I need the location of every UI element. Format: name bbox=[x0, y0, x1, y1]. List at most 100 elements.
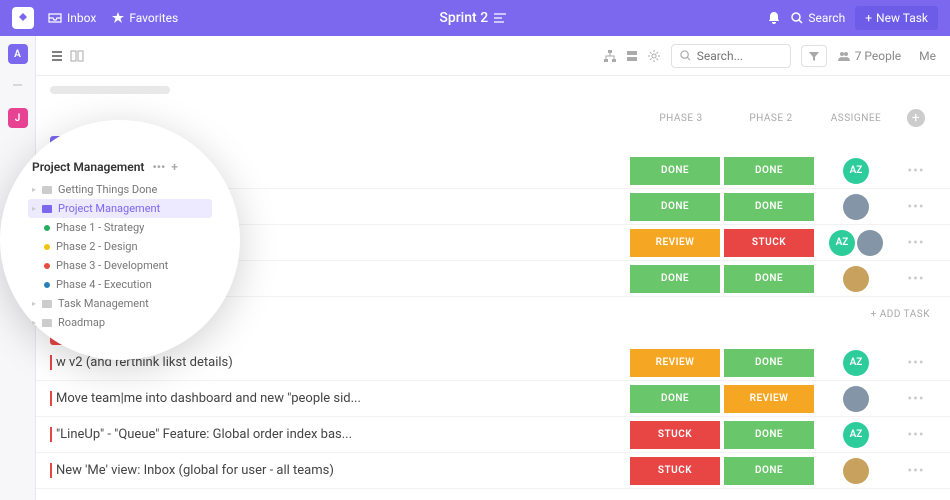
add-folder-button[interactable]: + bbox=[171, 160, 178, 174]
assignee-cell[interactable]: AZ bbox=[816, 422, 896, 448]
status-cell-phase2[interactable]: REVIEW bbox=[724, 385, 814, 413]
task-row[interactable]: "LineUp" - "Queue" Feature: Global order… bbox=[36, 417, 950, 453]
task-actions[interactable]: ••• bbox=[896, 235, 936, 251]
status-cell-phase2[interactable]: DONE bbox=[724, 421, 814, 449]
people-icon bbox=[837, 50, 851, 62]
assignee-cell[interactable] bbox=[816, 458, 896, 484]
status-cell-phase3[interactable]: STUCK bbox=[630, 457, 720, 485]
task-actions[interactable]: ••• bbox=[896, 391, 936, 407]
task-actions[interactable]: ••• bbox=[896, 427, 936, 443]
avatar[interactable] bbox=[843, 386, 869, 412]
status-cell-phase3[interactable]: REVIEW bbox=[630, 349, 720, 377]
sidebar-item[interactable]: Phase 4 - Execution bbox=[32, 275, 212, 294]
task-title[interactable]: Move team|me into dashboard and new "peo… bbox=[50, 391, 628, 406]
assignee-cell[interactable]: AZ bbox=[816, 350, 896, 376]
sidebar-item-label: Phase 1 - Strategy bbox=[56, 221, 144, 234]
avatar[interactable]: AZ bbox=[843, 350, 869, 376]
task-actions[interactable]: ••• bbox=[896, 271, 936, 287]
workspace-badge-j[interactable]: J bbox=[8, 108, 28, 128]
phase-dot-icon bbox=[44, 225, 50, 231]
search-link[interactable]: Search bbox=[791, 11, 845, 25]
col-phase3[interactable]: PHASE 3 bbox=[636, 113, 726, 124]
filter-icon bbox=[808, 50, 820, 62]
status-cell-phase2[interactable]: DONE bbox=[724, 193, 814, 221]
chevron-right-icon: ▸ bbox=[32, 318, 36, 327]
chevron-right-icon: ▸ bbox=[32, 204, 36, 213]
sidebar-item[interactable]: Phase 2 - Design bbox=[32, 237, 212, 256]
inbox-link[interactable]: Inbox bbox=[48, 11, 96, 25]
list-view-icon[interactable] bbox=[50, 49, 64, 63]
favorites-link[interactable]: Favorites bbox=[112, 11, 178, 25]
status-cell-phase3[interactable]: STUCK bbox=[630, 421, 720, 449]
task-actions[interactable]: ••• bbox=[896, 463, 936, 479]
sidebar-item[interactable]: ▸ Project Management bbox=[28, 199, 212, 218]
task-title[interactable]: New 'Me' view: Inbox (global for user - … bbox=[50, 463, 628, 478]
assignee-cell[interactable]: AZ bbox=[816, 158, 896, 184]
menu-icon bbox=[494, 13, 506, 23]
hierarchy-icon[interactable] bbox=[603, 49, 617, 63]
avatar[interactable]: AZ bbox=[829, 230, 855, 256]
status-cell-phase2[interactable]: STUCK bbox=[724, 229, 814, 257]
sidebar-item-label: Project Management bbox=[58, 202, 160, 215]
avatar[interactable]: AZ bbox=[843, 422, 869, 448]
filter-button[interactable] bbox=[801, 45, 827, 67]
inbox-icon bbox=[48, 13, 62, 23]
people-count[interactable]: 7 People bbox=[837, 49, 901, 63]
new-task-label: New Task bbox=[876, 11, 928, 25]
avatar[interactable] bbox=[843, 458, 869, 484]
group-icon[interactable] bbox=[625, 49, 639, 63]
avatar[interactable]: AZ bbox=[843, 158, 869, 184]
phase-dot-icon bbox=[44, 282, 50, 288]
toolbar: 7 People Me bbox=[36, 36, 950, 76]
phase-dot-icon bbox=[44, 244, 50, 250]
task-actions[interactable]: ••• bbox=[896, 163, 936, 179]
board-view-icon[interactable] bbox=[70, 49, 84, 63]
more-icon[interactable]: ••• bbox=[152, 160, 165, 174]
bell-icon[interactable] bbox=[767, 11, 781, 25]
status-cell-phase3[interactable]: REVIEW bbox=[630, 229, 720, 257]
new-task-button[interactable]: + New Task bbox=[855, 6, 938, 30]
assignee-cell[interactable] bbox=[816, 194, 896, 220]
task-row[interactable]: Move team|me into dashboard and new "peo… bbox=[36, 381, 950, 417]
status-cell-phase2[interactable]: DONE bbox=[724, 157, 814, 185]
page-title[interactable]: Sprint 2 bbox=[178, 10, 767, 26]
avatar[interactable] bbox=[843, 194, 869, 220]
scroll-indicator[interactable] bbox=[50, 86, 170, 94]
status-cell-phase3[interactable]: DONE bbox=[630, 265, 720, 293]
rail-collapse[interactable]: — bbox=[12, 78, 23, 94]
status-cell-phase3[interactable]: DONE bbox=[630, 193, 720, 221]
sidebar-header[interactable]: Project Management ••• + bbox=[32, 160, 212, 174]
task-actions[interactable]: ••• bbox=[896, 199, 936, 215]
sidebar-item[interactable]: ▸Task Management bbox=[32, 294, 212, 313]
settings-icon[interactable] bbox=[647, 49, 661, 63]
status-cell-phase3[interactable]: DONE bbox=[630, 157, 720, 185]
sidebar-item[interactable]: ▸Getting Things Done bbox=[32, 180, 212, 199]
sidebar-item-label: Task Management bbox=[58, 297, 149, 310]
sidebar-item[interactable]: Phase 3 - Development bbox=[32, 256, 212, 275]
column-headers: PHASE 3 PHASE 2 ASSIGNEE + bbox=[36, 104, 950, 132]
avatar[interactable] bbox=[857, 230, 883, 256]
assignee-cell[interactable] bbox=[816, 266, 896, 292]
workspace-badge-a[interactable]: A bbox=[8, 44, 28, 64]
status-cell-phase2[interactable]: DONE bbox=[724, 457, 814, 485]
col-phase2[interactable]: PHASE 2 bbox=[726, 113, 816, 124]
add-column-button[interactable]: + bbox=[907, 109, 925, 127]
status-cell-phase2[interactable]: DONE bbox=[724, 349, 814, 377]
assignee-cell[interactable]: AZ bbox=[816, 230, 896, 256]
avatar[interactable] bbox=[843, 266, 869, 292]
search-input[interactable] bbox=[697, 49, 777, 63]
task-row[interactable]: New 'Me' view: Inbox (global for user - … bbox=[36, 453, 950, 489]
task-title[interactable]: "LineUp" - "Queue" Feature: Global order… bbox=[50, 427, 628, 442]
me-filter[interactable]: Me bbox=[919, 49, 936, 63]
plus-icon: + bbox=[865, 11, 872, 25]
sidebar-item[interactable]: Phase 1 - Strategy bbox=[32, 218, 212, 237]
app-logo[interactable] bbox=[12, 7, 34, 29]
assignee-cell[interactable] bbox=[816, 386, 896, 412]
status-cell-phase2[interactable]: DONE bbox=[724, 265, 814, 293]
task-actions[interactable]: ••• bbox=[896, 355, 936, 371]
sidebar-item[interactable]: ▸Roadmap bbox=[32, 313, 212, 332]
search-input-wrapper[interactable] bbox=[671, 44, 791, 68]
task-row[interactable]: w v2 (and rerthink likst details) REVIEW… bbox=[36, 345, 950, 381]
status-cell-phase3[interactable]: DONE bbox=[630, 385, 720, 413]
col-assignee[interactable]: ASSIGNEE bbox=[816, 113, 896, 124]
